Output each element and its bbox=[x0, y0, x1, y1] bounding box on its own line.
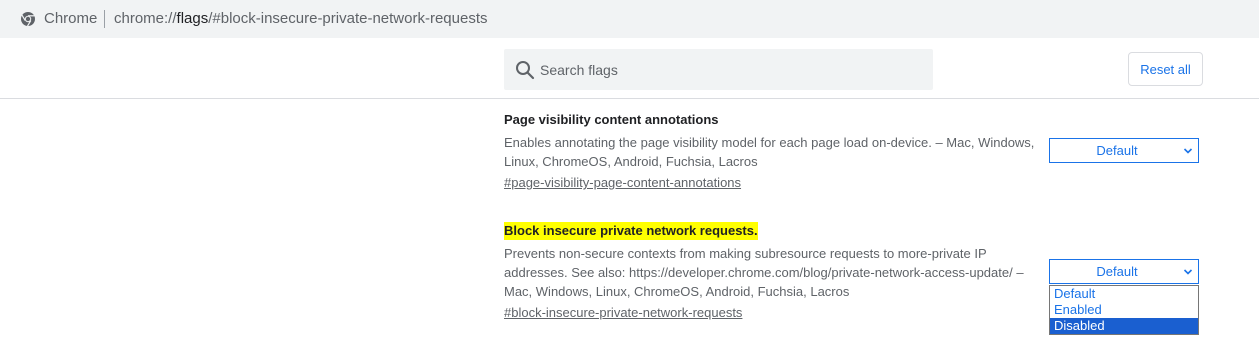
omnibox-separator bbox=[104, 10, 105, 28]
search-icon bbox=[516, 61, 535, 80]
flag-permalink[interactable]: #page-visibility-page-content-annotation… bbox=[504, 174, 741, 192]
reset-all-button[interactable]: Reset all bbox=[1128, 52, 1203, 86]
flag-description: Enables annotating the page visibility m… bbox=[504, 135, 1035, 169]
flag-title: Page visibility content annotations bbox=[504, 112, 719, 127]
flag-title: Block insecure private network requests. bbox=[504, 222, 758, 240]
dropdown-option-default[interactable]: Default bbox=[1050, 286, 1198, 302]
flag-description: Prevents non-secure contexts from making… bbox=[504, 246, 1024, 299]
flags-header: Reset all bbox=[0, 40, 1259, 99]
search-input[interactable] bbox=[540, 49, 920, 90]
url-scheme: chrome:// bbox=[114, 10, 177, 27]
flag-permalink[interactable]: #block-insecure-private-network-requests bbox=[504, 304, 742, 322]
flag-item-highlighted: Block insecure private network requests.… bbox=[504, 222, 1044, 322]
search-box[interactable] bbox=[504, 49, 933, 90]
address-bar: Chrome chrome://flags/#block-insecure-pr… bbox=[0, 0, 1259, 38]
chevron-down-icon bbox=[1183, 269, 1193, 275]
chrome-icon bbox=[21, 12, 35, 27]
chevron-down-icon bbox=[1183, 148, 1193, 154]
url-host: flags bbox=[176, 10, 209, 27]
select-value: Default bbox=[1096, 264, 1138, 279]
dropdown-option-disabled[interactable]: Disabled bbox=[1050, 318, 1198, 334]
select-value: Default bbox=[1096, 143, 1138, 158]
dropdown-option-enabled[interactable]: Enabled bbox=[1050, 302, 1198, 318]
select-dropdown-list: Default Enabled Disabled bbox=[1049, 285, 1199, 335]
omnibox-site-label: Chrome bbox=[44, 10, 98, 27]
flag-state-select[interactable]: Default bbox=[1049, 138, 1199, 163]
flag-state-select[interactable]: Default bbox=[1049, 259, 1199, 284]
flag-item: Page visibility content annotations Enab… bbox=[504, 111, 1044, 192]
url-rest: /#block-insecure-private-network-request… bbox=[208, 10, 488, 27]
omnibox[interactable]: Chrome chrome://flags/#block-insecure-pr… bbox=[8, 3, 1259, 35]
omnibox-url[interactable]: chrome://flags/#block-insecure-private-n… bbox=[114, 10, 488, 28]
